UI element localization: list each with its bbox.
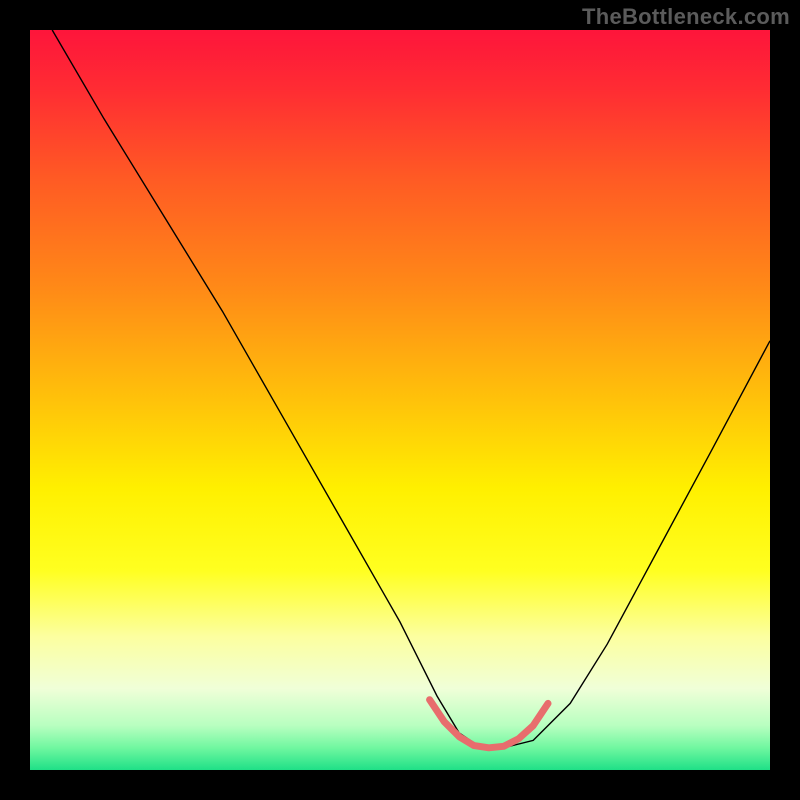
- chart-frame: TheBottleneck.com: [0, 0, 800, 800]
- bottleneck-chart: [30, 30, 770, 770]
- plot-background: [30, 30, 770, 770]
- watermark-text: TheBottleneck.com: [582, 4, 790, 30]
